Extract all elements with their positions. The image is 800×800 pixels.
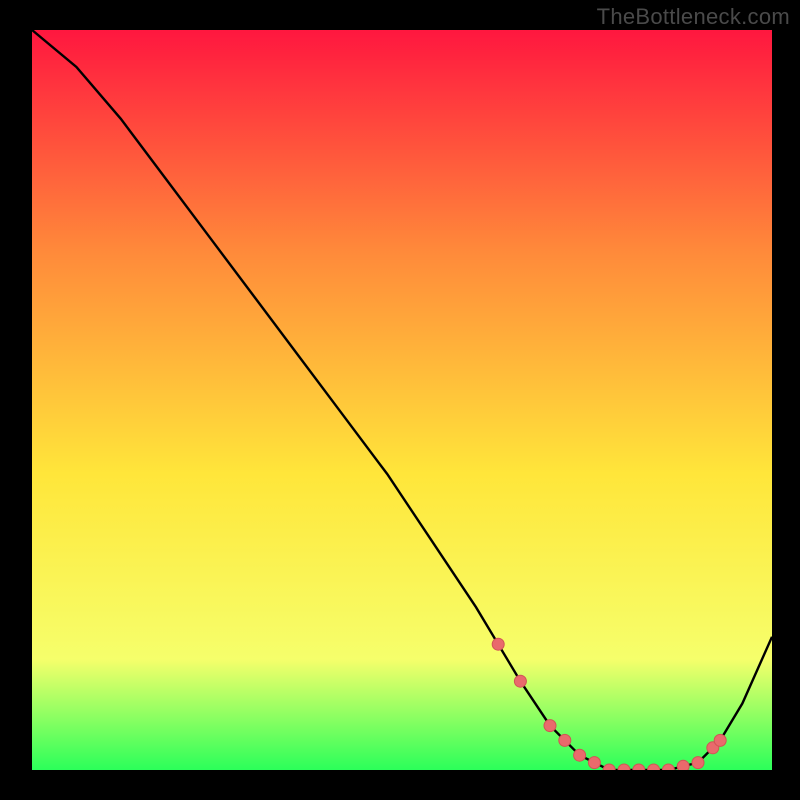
chart-frame: TheBottleneck.com bbox=[0, 0, 800, 800]
marker-point bbox=[588, 757, 600, 769]
marker-point bbox=[574, 749, 586, 761]
marker-point bbox=[514, 675, 526, 687]
marker-point bbox=[492, 638, 504, 650]
marker-point bbox=[544, 720, 556, 732]
marker-point bbox=[714, 734, 726, 746]
marker-point bbox=[677, 760, 689, 770]
chart-plot-area bbox=[32, 30, 772, 770]
gradient-background bbox=[32, 30, 772, 770]
marker-point bbox=[692, 757, 704, 769]
marker-point bbox=[559, 734, 571, 746]
chart-svg bbox=[32, 30, 772, 770]
watermark-text: TheBottleneck.com bbox=[597, 4, 790, 30]
